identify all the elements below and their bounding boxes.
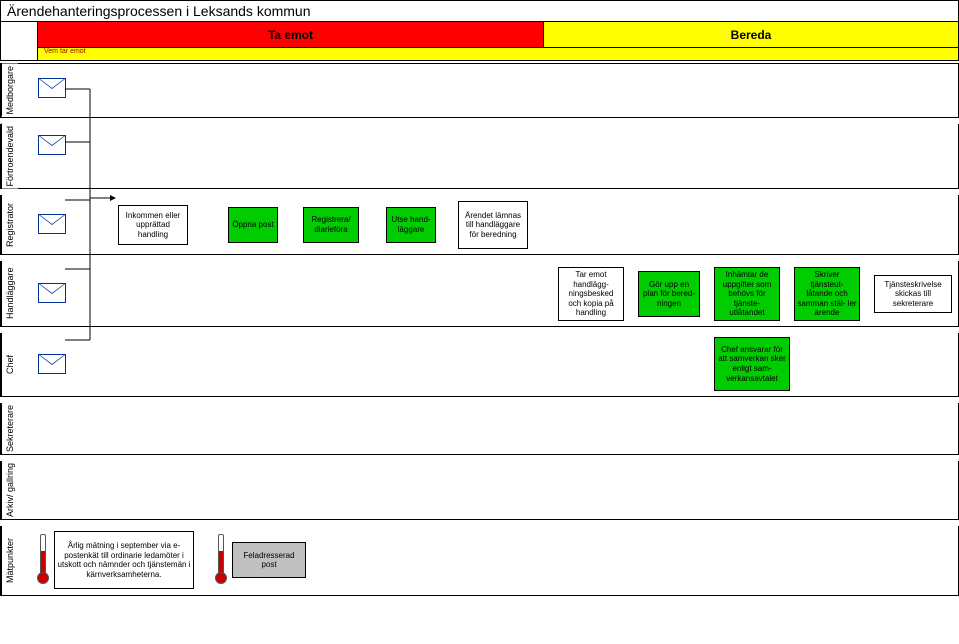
lane-sekreterare <box>18 403 958 454</box>
lane-label-arkiv: Arkiv/ gallring <box>1 461 18 519</box>
lane-label-fortroendevald: Förtroendevald <box>1 124 18 189</box>
box-tjansteskrivelse: Tjänsteskrivelse skickas till sekreterar… <box>874 275 952 313</box>
lane-medborgare <box>18 64 958 117</box>
box-arlig-matning: Årlig mätning i september via e-postenkä… <box>54 531 194 589</box>
lane-label-registrator: Registrator <box>1 195 18 254</box>
lane-arkiv <box>18 461 958 519</box>
lane-label-chef: Chef <box>1 333 18 396</box>
lane-label-matpunkter: Mätpunkter <box>1 526 18 595</box>
lane-label-medborgare: Medborgare <box>1 64 18 117</box>
box-inkommen: Inkommen eller upprättad handling <box>118 205 188 245</box>
lane-handlaggare: Tar emot handlägg- ningsbesked och kopia… <box>18 261 958 326</box>
thermometer-icon <box>216 534 224 584</box>
envelope-icon <box>38 283 66 303</box>
envelope-icon <box>38 214 66 234</box>
box-gor-upp: Gör upp en plan för bered- ningen <box>638 271 700 317</box>
lane-label-sekreterare: Sekreterare <box>1 403 18 454</box>
box-oppna-post: Öppna post <box>228 207 278 243</box>
box-skriver: Skriver tjänsteut- låtande och samman st… <box>794 267 860 321</box>
box-arendet-lamnas: Ärendet lämnas till handläggare för bere… <box>458 201 528 249</box>
thermometer-icon <box>38 534 46 584</box>
lane-chef: Chef ansvarar för att samverkan sker enl… <box>18 333 958 396</box>
envelope-icon <box>38 354 66 374</box>
lane-label-handlaggare: Handläggare <box>1 261 18 326</box>
lane-registrator: Inkommen eller upprättad handling Öppna … <box>18 195 958 254</box>
box-chef-ansvarar: Chef ansvarar för att samverkan sker enl… <box>714 337 790 391</box>
box-utse: Utse hand- läggare <box>386 207 436 243</box>
phase-bereda: Bereda <box>544 22 958 47</box>
box-tar-emot: Tar emot handlägg- ningsbesked och kopia… <box>558 267 624 321</box>
phase-header: Ta emot Bereda Vem tar emot <box>0 21 959 61</box>
box-inhamtar: Inhämtar de uppgifter som behövs för tjä… <box>714 267 780 321</box>
lane-matpunkter: Årlig mätning i september via e-postenkä… <box>18 526 958 595</box>
box-registrera: Registrera/ diarieföra <box>303 207 359 243</box>
vem-tar-emot-label: Vem tar emot <box>38 47 958 60</box>
phase-ta-emot: Ta emot <box>38 22 544 47</box>
lane-fortroendevald <box>18 124 958 189</box>
page-title: Ärendehanteringsprocessen i Leksands kom… <box>0 0 959 21</box>
envelope-icon <box>38 78 66 98</box>
box-feladresserad: Feladresserad post <box>232 542 306 578</box>
envelope-icon <box>38 135 66 155</box>
